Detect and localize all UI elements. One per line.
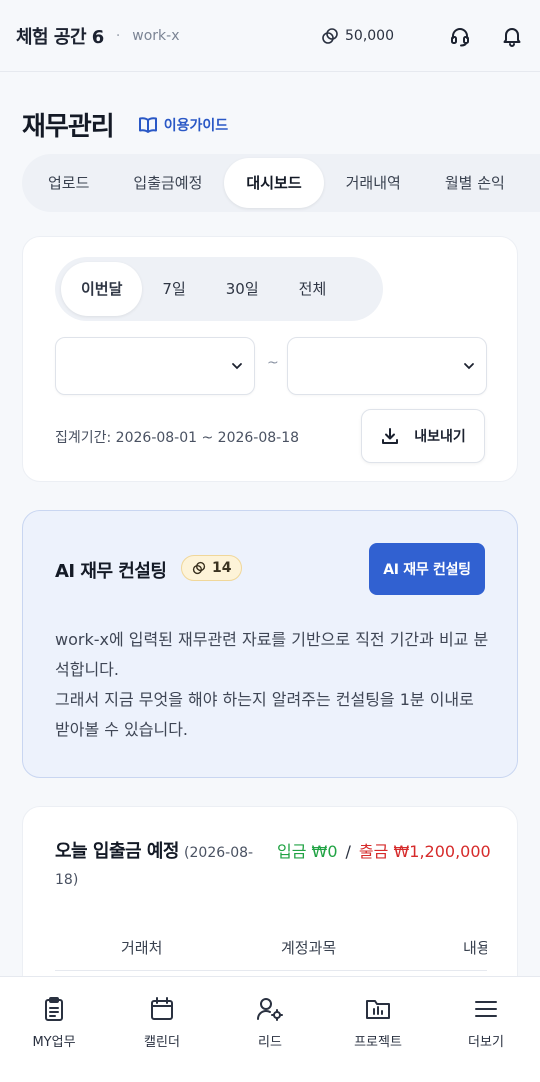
guide-link[interactable]: 이용가이드 bbox=[138, 115, 228, 135]
bell-icon bbox=[503, 27, 521, 47]
column-header-vendor: 거래처 bbox=[121, 939, 163, 957]
column-header-account: 계정과목 bbox=[281, 939, 337, 957]
book-icon bbox=[138, 116, 157, 133]
nav-my-tasks[interactable]: MY업무 bbox=[0, 977, 108, 1082]
ai-credit-count: 14 bbox=[212, 560, 232, 576]
tab-monthly-pl[interactable]: 월별 손익 bbox=[423, 158, 527, 208]
bottom-nav: MY업무 캘린더 리드 프로젝트 더보기 bbox=[0, 976, 540, 1082]
folder-chart-icon bbox=[366, 1000, 390, 1019]
summary-slash: / bbox=[345, 842, 351, 861]
ai-description-line: work-x에 입력된 재무관련 자료를 기반으로 직전 기간과 비교 분석합니… bbox=[55, 630, 489, 679]
page-title: 재무관리 bbox=[22, 112, 115, 142]
date-range-tilde: ~ bbox=[267, 355, 279, 371]
ai-title: AI 재무 컨설팅 bbox=[55, 561, 167, 582]
end-date-select[interactable] bbox=[287, 337, 487, 395]
tab-upload[interactable]: 업로드 bbox=[26, 158, 111, 208]
top-bar: 체험 공간 6 · work-x 50,000 bbox=[0, 0, 540, 72]
coin-amount: 50,000 bbox=[345, 27, 394, 44]
expense-amount: 출금 ₩1,200,000 bbox=[358, 842, 491, 861]
coin-icon bbox=[192, 561, 206, 575]
aggregation-period: 집계기간: 2026-08-01 ~ 2026-08-18 bbox=[55, 430, 300, 446]
tab-bar: 업로드 입출금예정 대시보드 거래내역 월별 손익 bbox=[22, 154, 540, 212]
period-this-month[interactable]: 이번달 bbox=[61, 262, 143, 316]
period-30d[interactable]: 30일 bbox=[206, 262, 279, 316]
ai-description-line: 그래서 지금 무엇을 해야 하는지 알려주는 컨설팅을 1분 이내로 받아볼 수… bbox=[55, 690, 474, 739]
ai-description: work-x에 입력된 재무관련 자료를 기반으로 직전 기간과 비교 분석합니… bbox=[55, 625, 491, 745]
headset-icon bbox=[451, 27, 469, 46]
nav-label: 리드 bbox=[258, 1035, 282, 1050]
table-header: 거래처 계정과목 내용 bbox=[55, 931, 487, 971]
top-actions: 50,000 bbox=[321, 24, 524, 48]
separator-dot: · bbox=[115, 27, 121, 44]
period-7d[interactable]: 7일 bbox=[142, 262, 205, 316]
chevron-down-icon bbox=[232, 363, 242, 370]
chevron-down-icon bbox=[464, 363, 474, 370]
today-title: 오늘 입출금 예정 bbox=[55, 841, 179, 862]
nav-label: 프로젝트 bbox=[354, 1035, 402, 1050]
today-heading: 오늘 입출금 예정 (2026-08-18) bbox=[55, 839, 265, 893]
headset-button[interactable] bbox=[448, 24, 472, 48]
nav-label: 더보기 bbox=[468, 1035, 504, 1050]
ai-consulting-card: AI 재무 컨설팅 14 AI 재무 컨설팅 work-x에 입력된 재무관련 … bbox=[22, 510, 518, 778]
nav-label: 캘린더 bbox=[144, 1035, 180, 1050]
tab-scheduled[interactable]: 입출금예정 bbox=[111, 158, 224, 208]
nav-leads[interactable]: 리드 bbox=[216, 977, 324, 1082]
export-button[interactable]: 내보내기 bbox=[361, 409, 485, 463]
tab-dashboard[interactable]: 대시보드 bbox=[224, 158, 324, 208]
ai-consulting-button[interactable]: AI 재무 컨설팅 bbox=[369, 543, 485, 595]
ai-credit-badge: 14 bbox=[181, 555, 243, 581]
menu-icon bbox=[475, 1001, 497, 1017]
nav-label: MY업무 bbox=[32, 1035, 76, 1050]
workspace-sub: work-x bbox=[132, 27, 180, 44]
period-all[interactable]: 전체 bbox=[279, 262, 347, 316]
income-amount: 입금 ₩0 bbox=[277, 842, 338, 861]
coin-balance[interactable]: 50,000 bbox=[321, 27, 394, 45]
tab-transactions[interactable]: 거래내역 bbox=[324, 158, 423, 208]
clipboard-icon bbox=[45, 997, 63, 1021]
export-label: 내보내기 bbox=[414, 429, 466, 445]
user-gear-icon bbox=[257, 998, 283, 1021]
notification-button[interactable] bbox=[500, 24, 524, 48]
period-segment: 이번달 7일 30일 전체 bbox=[55, 257, 383, 321]
column-header-content: 내용 bbox=[463, 939, 487, 957]
title-row: 재무관리 이용가이드 bbox=[22, 106, 228, 143]
guide-label: 이용가이드 bbox=[163, 117, 229, 134]
nav-calendar[interactable]: 캘린더 bbox=[108, 977, 216, 1082]
nav-more[interactable]: 더보기 bbox=[432, 977, 540, 1082]
workspace-name[interactable]: 체험 공간 6 bbox=[16, 23, 104, 49]
calendar-icon bbox=[151, 997, 173, 1020]
coin-icon bbox=[322, 27, 338, 44]
today-summary: 입금 ₩0 / 출금 ₩1,200,000 bbox=[277, 839, 497, 865]
start-date-select[interactable] bbox=[55, 337, 255, 395]
filter-card: 이번달 7일 30일 전체 ~ 집계기간: 2026-08-01 ~ 2026-… bbox=[22, 236, 518, 482]
download-icon bbox=[382, 428, 399, 444]
nav-projects[interactable]: 프로젝트 bbox=[324, 977, 432, 1082]
